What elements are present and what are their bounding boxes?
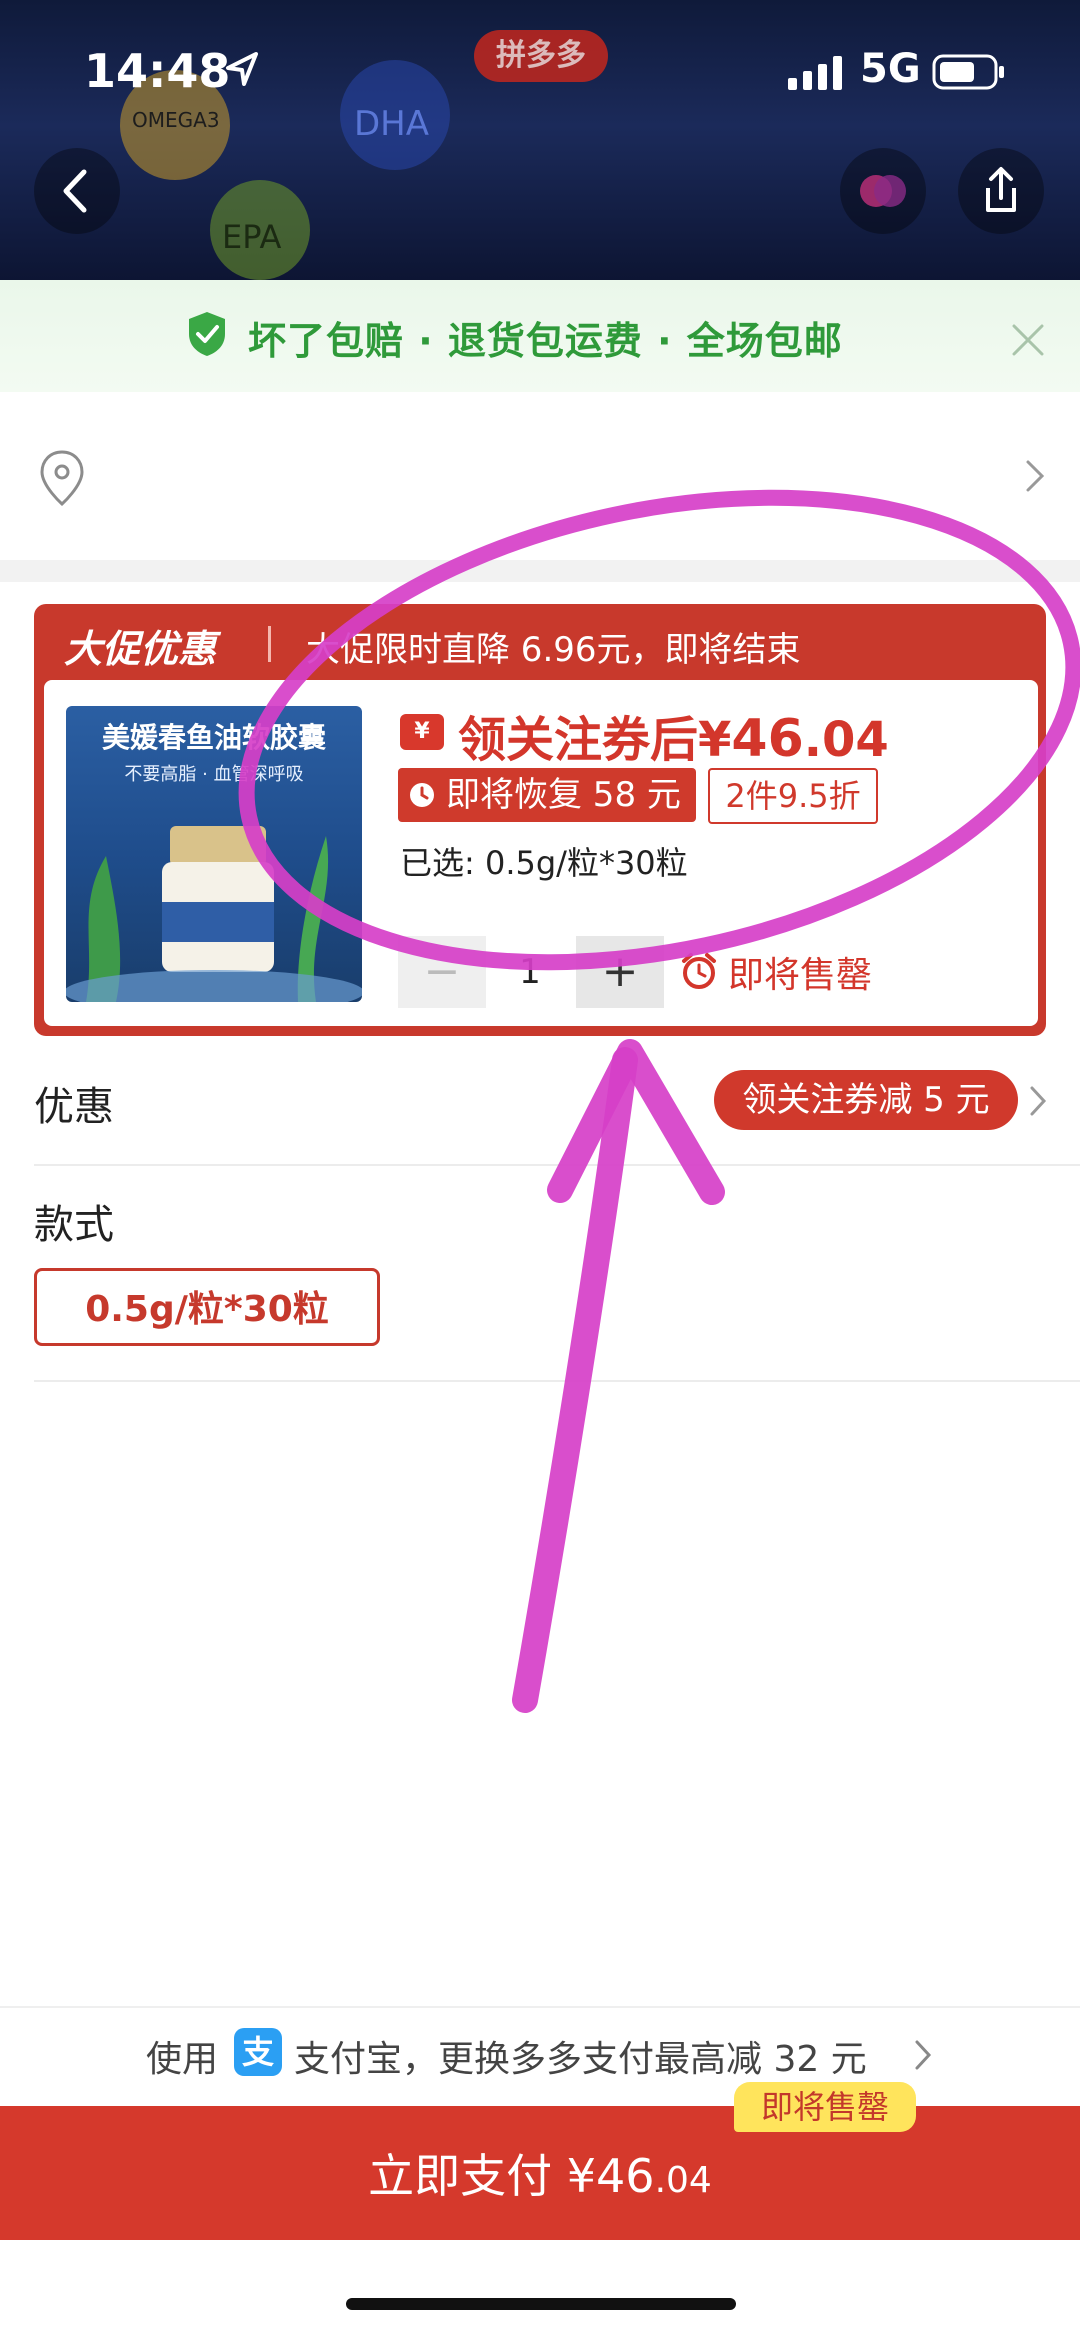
status-time: 14:48 xyxy=(84,44,231,98)
chevron-left-icon xyxy=(63,169,87,213)
divider xyxy=(34,1164,1080,1166)
restore-price-badge: 即将恢复 58 元 xyxy=(398,768,696,822)
payment-switch-text: 支付宝，更换多多支付最高减 32 元 xyxy=(294,2039,867,2080)
chevron-right-icon xyxy=(915,2040,932,2070)
address-row[interactable] xyxy=(0,392,1080,560)
restore-text: 即将恢复 58 元 xyxy=(446,775,681,815)
alipay-icon: 支 xyxy=(234,2028,282,2076)
sellout-warning: 即将售罄 xyxy=(728,955,873,996)
selected-spec: 已选: 0.5g/粒*30粒 xyxy=(400,844,688,882)
offer-label: 优惠 xyxy=(34,1084,114,1130)
promo-separator xyxy=(268,626,271,662)
quantity-increase-button[interactable]: + xyxy=(576,936,664,1008)
promo-badge: 大促优惠 xyxy=(64,627,217,671)
sellout-chip: 即将售罄 xyxy=(734,2082,916,2132)
epa-label: EPA xyxy=(222,218,282,256)
price-integer: 46 xyxy=(731,709,804,769)
payment-prefix: 使用 xyxy=(146,2039,219,2080)
alarm-clock-icon xyxy=(682,953,716,989)
discount-badge: 2件9.5折 xyxy=(708,768,878,824)
brand-tag: 拼多多 xyxy=(474,30,608,82)
chevron-right-icon xyxy=(1026,460,1045,492)
coupon-price: 领关注券后¥46.04 xyxy=(458,700,889,770)
chevron-right-icon xyxy=(1030,1086,1047,1116)
location-pin-icon xyxy=(40,450,84,507)
style-label: 款式 xyxy=(34,1202,114,1248)
home-indicator xyxy=(346,2298,736,2310)
network-type: 5G xyxy=(860,46,921,92)
pay-now-text: 立即支付 ¥46 xyxy=(368,2149,655,2203)
favorite-button[interactable] xyxy=(840,148,926,234)
product-image[interactable]: 美媛春鱼油软胶囊 不要高脂 · 血管深呼吸 xyxy=(66,706,362,1002)
quantity-decrease-button[interactable]: − xyxy=(398,936,486,1008)
product-bottle-art xyxy=(66,826,362,1002)
pay-now-label: 立即支付 ¥46.04 xyxy=(0,2140,1080,2206)
close-icon[interactable] xyxy=(1006,318,1050,362)
share-button[interactable] xyxy=(958,148,1044,234)
guarantee-text: 坏了包赔 · 退货包运费 · 全场包邮 xyxy=(248,319,843,363)
pay-now-cents: .04 xyxy=(654,2160,712,2201)
section-gap xyxy=(0,560,1080,582)
guarantee-banner: 坏了包赔 · 退货包运费 · 全场包邮 xyxy=(0,280,1080,392)
offer-coupon-pill[interactable]: 领关注券减 5 元 xyxy=(714,1070,1018,1130)
coupon-icon: ¥ xyxy=(400,714,444,750)
share-icon xyxy=(986,167,1016,212)
style-option-chip[interactable]: 0.5g/粒*30粒 xyxy=(34,1268,380,1346)
clock-icon xyxy=(410,783,434,807)
shield-check-icon xyxy=(189,312,225,356)
back-button[interactable] xyxy=(34,148,120,234)
quantity-value[interactable]: 1 xyxy=(486,936,574,1008)
dha-label: DHA xyxy=(354,104,430,144)
location-arrow-icon xyxy=(226,52,258,86)
battery-icon xyxy=(932,54,1004,90)
promo-line: 大促限时直降 6.96元，即将结束 xyxy=(306,630,801,670)
price-prefix: 领关注券后¥ xyxy=(458,712,732,768)
heart-icon xyxy=(860,175,906,207)
divider xyxy=(34,1380,1080,1382)
price-decimal: .04 xyxy=(803,712,889,768)
signal-icon xyxy=(788,56,842,90)
omega-label: OMEGA3 xyxy=(132,108,220,132)
